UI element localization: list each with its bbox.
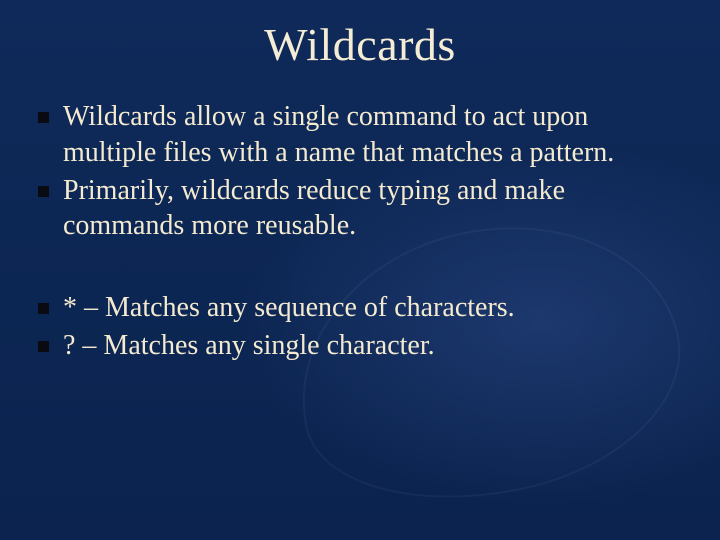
bullet-text: Wildcards allow a single command to act … — [63, 99, 682, 171]
bullet-text: * – Matches any sequence of characters. — [63, 290, 682, 326]
list-item: Primarily, wildcards reduce typing and m… — [38, 173, 682, 245]
slide: Wildcards Wildcards allow a single comma… — [0, 0, 720, 540]
bullet-text: Primarily, wildcards reduce typing and m… — [63, 173, 682, 245]
bullet-square-icon — [38, 341, 49, 352]
bullet-text: ? – Matches any single character. — [63, 328, 682, 364]
bullet-group-2: * – Matches any sequence of characters. … — [38, 290, 682, 364]
slide-title: Wildcards — [38, 18, 682, 71]
bullet-square-icon — [38, 186, 49, 197]
list-item: Wildcards allow a single command to act … — [38, 99, 682, 171]
bullet-square-icon — [38, 112, 49, 123]
bullet-group-1: Wildcards allow a single command to act … — [38, 99, 682, 244]
bullet-square-icon — [38, 303, 49, 314]
list-item: * – Matches any sequence of characters. — [38, 290, 682, 326]
bullet-content: Wildcards allow a single command to act … — [38, 99, 682, 364]
list-item: ? – Matches any single character. — [38, 328, 682, 364]
